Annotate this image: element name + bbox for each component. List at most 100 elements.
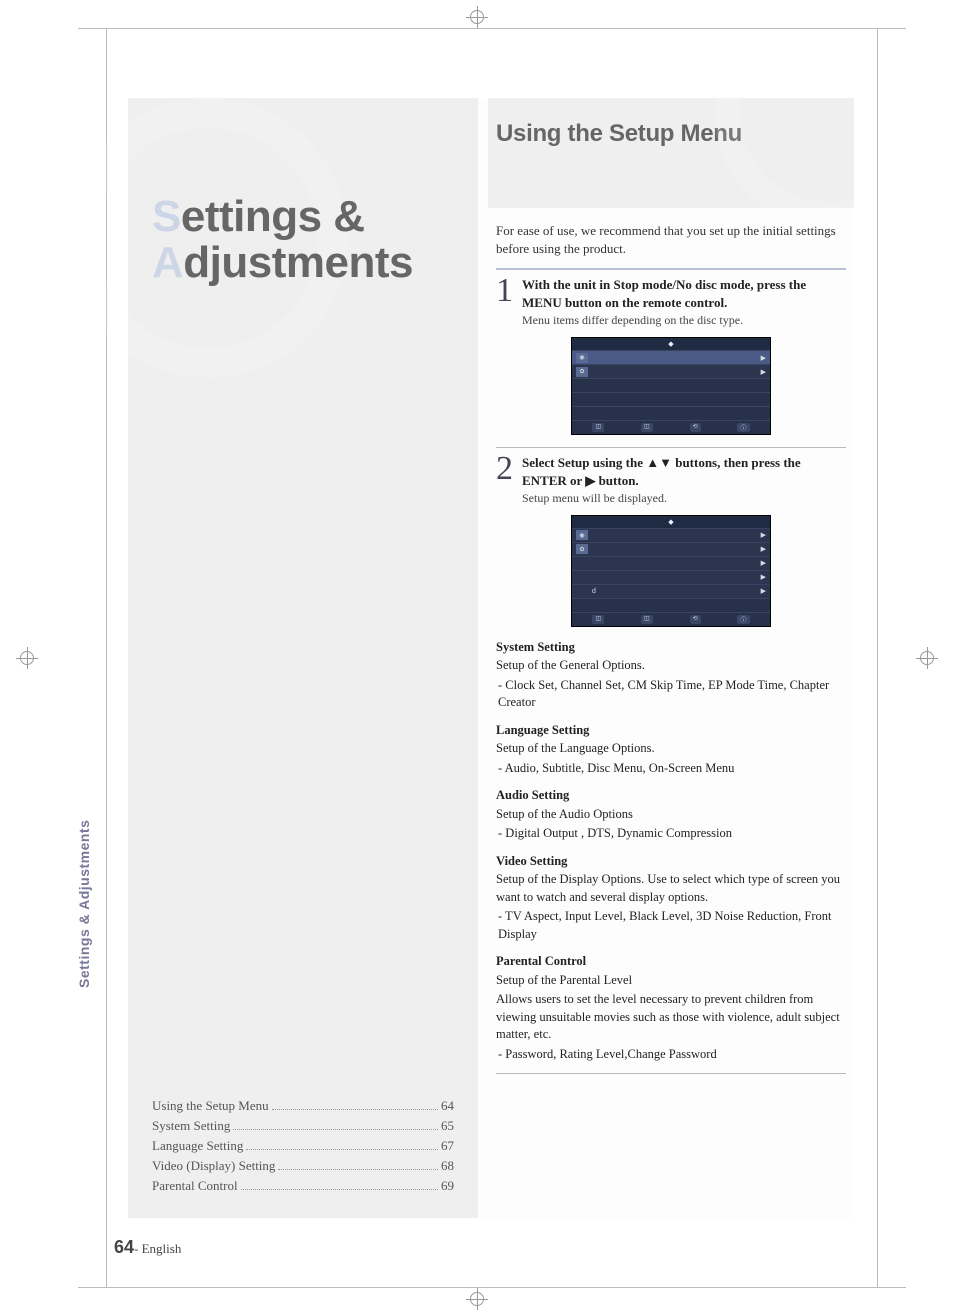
right-header: Using the Setup Menu xyxy=(488,98,854,208)
toc-row: System Setting 65 xyxy=(152,1118,454,1134)
step-main: With the unit in Stop mode/No disc mode,… xyxy=(522,277,806,310)
title-initial: S xyxy=(152,192,181,241)
page-number: 64 xyxy=(114,1237,134,1257)
toc-page: 68 xyxy=(441,1158,454,1174)
step-sub: Menu items differ depending on the disc … xyxy=(522,313,743,327)
toc-row: Video (Display) Setting 68 xyxy=(152,1158,454,1174)
toc-row: Language Setting 67 xyxy=(152,1138,454,1154)
section-items: - Clock Set, Channel Set, CM Skip Time, … xyxy=(498,677,846,712)
gear-icon: ◉ xyxy=(576,530,588,540)
osd-footer: ◫ ◫ ⟲ ⓘ xyxy=(572,612,770,626)
arrow-icon: ▶ xyxy=(761,545,766,553)
step-number: 1 xyxy=(496,274,522,329)
section-title: System Setting xyxy=(496,639,846,657)
divider xyxy=(496,447,846,448)
registration-mark-icon xyxy=(466,6,488,28)
registration-mark-icon xyxy=(16,647,38,669)
toc-dots xyxy=(246,1149,438,1150)
osd-row: ▶ xyxy=(572,570,770,584)
chapter-title: Settings & Adjustments xyxy=(152,194,413,286)
toc-dots xyxy=(272,1109,438,1110)
toc-label: Language Setting xyxy=(152,1138,243,1154)
toc-label: Parental Control xyxy=(152,1178,238,1194)
osd-screenshot-1: ◆ ◉▶ ✿▶ ◫ ◫ ⟲ ⓘ xyxy=(571,337,771,435)
intro-text: For ease of use, we recommend that you s… xyxy=(496,222,846,258)
arrow-icon: ▶ xyxy=(761,354,766,362)
gear-icon: ◉ xyxy=(576,353,588,363)
arrow-icon: ▶ xyxy=(761,573,766,581)
osd-row xyxy=(572,392,770,406)
osd-foot-btn: ◫ xyxy=(592,423,604,432)
page-lang: - English xyxy=(134,1241,181,1256)
page-content: Settings & Adjustments Settings & Adjust… xyxy=(128,98,854,1218)
section-sub: Setup of the General Options. xyxy=(496,657,846,675)
toc-label: Using the Setup Menu xyxy=(152,1098,269,1114)
toc-label: System Setting xyxy=(152,1118,230,1134)
section-extra: Allows users to set the level necessary … xyxy=(496,991,846,1044)
section-audio-setting: Audio Setting Setup of the Audio Options… xyxy=(496,787,846,843)
step-main: Select Setup using the ▲▼ buttons, then … xyxy=(522,455,801,488)
section-items: - Digital Output , DTS, Dynamic Compress… xyxy=(498,825,846,843)
osd-foot-btn: ⟲ xyxy=(690,615,701,624)
osd-row: ◉▶ xyxy=(572,350,770,364)
step-1: 1 With the unit in Stop mode/No disc mod… xyxy=(496,276,846,329)
section-system-setting: System Setting Setup of the General Opti… xyxy=(496,639,846,712)
osd-title: ◆ xyxy=(572,516,770,528)
toc-dots xyxy=(241,1189,438,1190)
step-body: Select Setup using the ▲▼ buttons, then … xyxy=(522,454,846,507)
osd-row: ✿▶ xyxy=(572,364,770,378)
title-rest: ettings & xyxy=(181,192,365,241)
osd-row xyxy=(572,378,770,392)
section-sub: Setup of the Audio Options xyxy=(496,806,846,824)
osd-row xyxy=(572,598,770,612)
toc-dots xyxy=(278,1169,438,1170)
registration-mark-icon xyxy=(466,1288,488,1310)
toc-page: 69 xyxy=(441,1178,454,1194)
section-items: - TV Aspect, Input Level, Black Level, 3… xyxy=(498,908,846,943)
section-title: Audio Setting xyxy=(496,787,846,805)
flower-icon: ✿ xyxy=(576,367,588,377)
toc-row: Using the Setup Menu 64 xyxy=(152,1098,454,1114)
osd-row xyxy=(572,406,770,420)
registration-mark-icon xyxy=(916,647,938,669)
toc-page: 65 xyxy=(441,1118,454,1134)
section-sub: Setup of the Parental Level xyxy=(496,972,846,990)
section-language-setting: Language Setting Setup of the Language O… xyxy=(496,722,846,778)
toc-page: 64 xyxy=(441,1098,454,1114)
osd-foot-btn: ⓘ xyxy=(737,423,749,432)
flower-icon: ✿ xyxy=(576,544,588,554)
section-title: Parental Control xyxy=(496,953,846,971)
osd-row: ◉▶ xyxy=(572,528,770,542)
osd-foot-btn: ◫ xyxy=(641,423,653,432)
osd-foot-btn: ◫ xyxy=(592,615,604,624)
section-items: - Password, Rating Level,Change Password xyxy=(498,1046,846,1064)
section-title: Language Setting xyxy=(496,722,846,740)
section-title: Video Setting xyxy=(496,853,846,871)
title-initial: A xyxy=(152,238,183,287)
table-of-contents: Using the Setup Menu 64 System Setting 6… xyxy=(152,1094,454,1198)
osd-foot-btn: ⟲ xyxy=(690,423,701,432)
divider xyxy=(496,1073,846,1074)
section-video-setting: Video Setting Setup of the Display Optio… xyxy=(496,853,846,944)
section-sub: Setup of the Language Options. xyxy=(496,740,846,758)
toc-row: Parental Control 69 xyxy=(152,1178,454,1194)
crop-line xyxy=(877,28,878,1288)
section-items: - Audio, Subtitle, Disc Menu, On-Screen … xyxy=(498,760,846,778)
section-sub: Setup of the Display Options. Use to sel… xyxy=(496,871,846,906)
divider xyxy=(496,268,846,270)
arrow-icon: ▶ xyxy=(761,531,766,539)
osd-row: ✿▶ xyxy=(572,542,770,556)
osd-footer: ◫ ◫ ⟲ ⓘ xyxy=(572,420,770,434)
step-number: 2 xyxy=(496,452,522,507)
osd-foot-btn: ⓘ xyxy=(737,615,749,624)
left-column: Settings & Adjustments Settings & Adjust… xyxy=(128,98,478,1218)
page-footer: 64- English xyxy=(114,1237,181,1258)
toc-dots xyxy=(233,1129,438,1130)
step-2: 2 Select Setup using the ▲▼ buttons, the… xyxy=(496,454,846,507)
osd-screenshot-2: ◆ ◉▶ ✿▶ ▶ ▶ d▶ ◫ ◫ ⟲ ⓘ xyxy=(571,515,771,627)
osd-label: d xyxy=(592,588,761,595)
osd-foot-btn: ◫ xyxy=(641,615,653,624)
right-column: Using the Setup Menu For ease of use, we… xyxy=(488,98,854,1218)
arrow-icon: ▶ xyxy=(761,587,766,595)
osd-row: d▶ xyxy=(572,584,770,598)
